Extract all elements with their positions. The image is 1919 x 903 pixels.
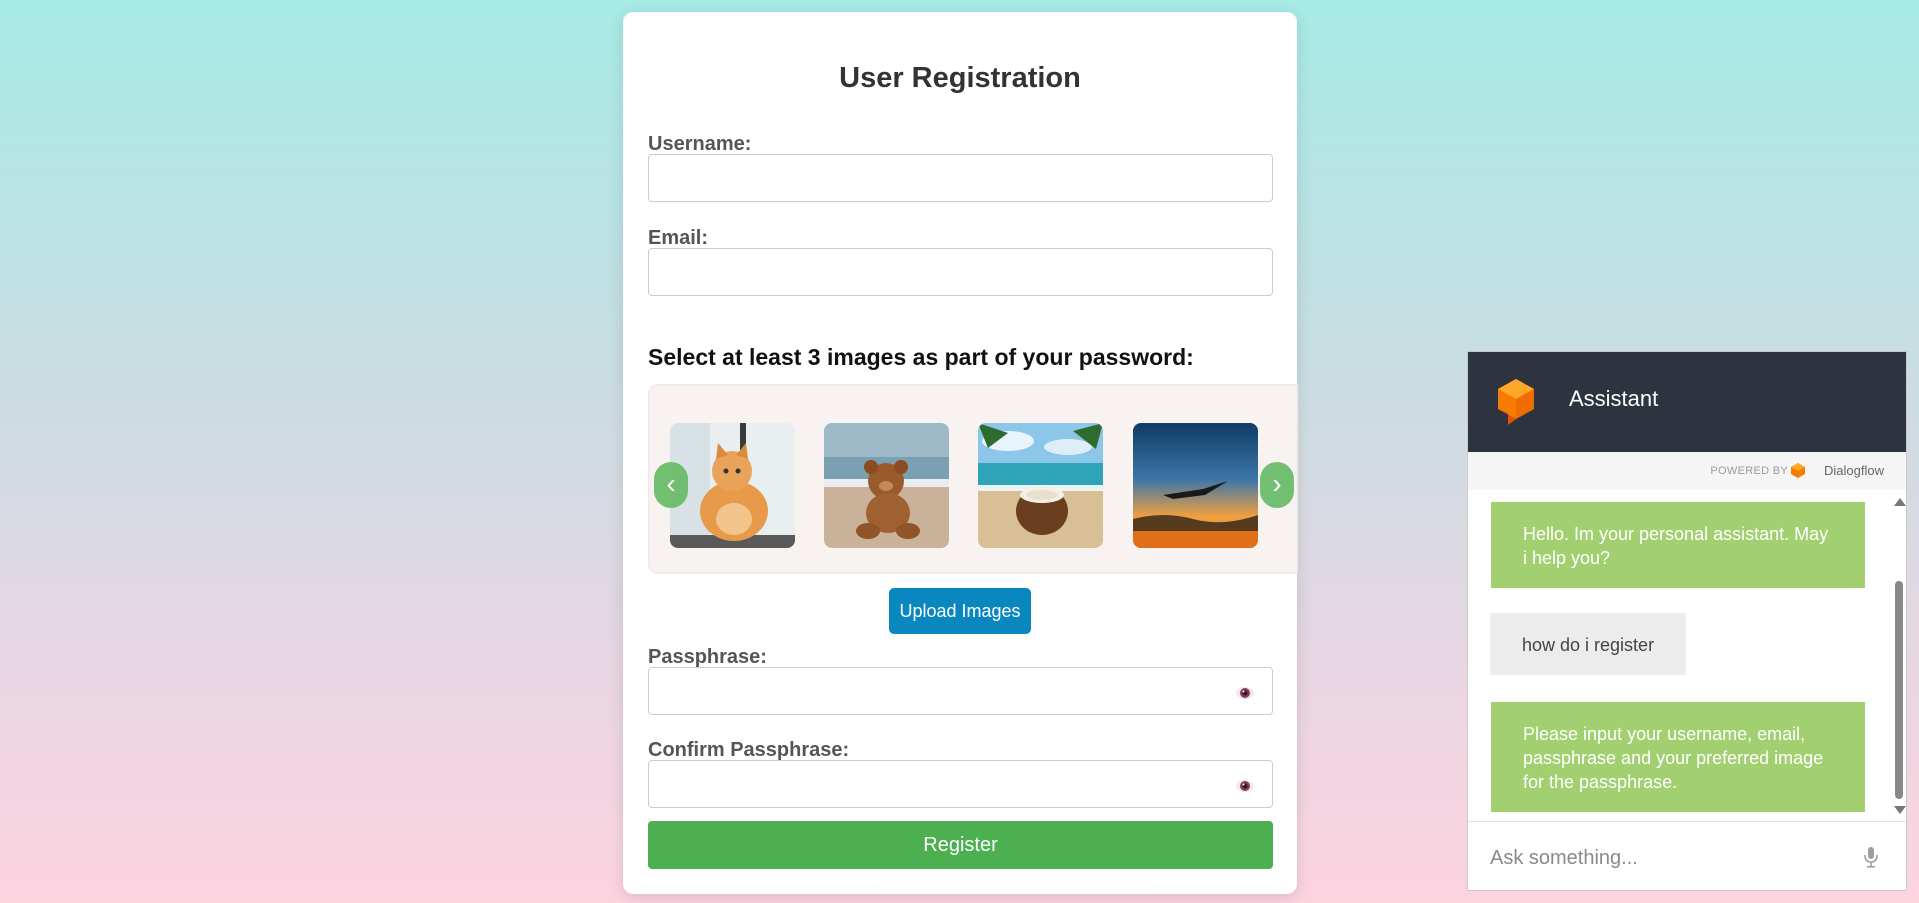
orange-cat-photo-icon — [670, 423, 795, 548]
coconut-on-beach-photo-icon — [978, 423, 1103, 548]
chat-scrollbar[interactable] — [1892, 490, 1906, 819]
username-label: Username: — [648, 133, 752, 155]
eye-icon[interactable] — [1235, 686, 1255, 700]
dialogflow-small-logo-icon — [1791, 463, 1805, 478]
registration-card: User Registration Username: Email: Selec… — [623, 12, 1298, 894]
chat-header: Assistant — [1468, 352, 1906, 452]
chat-title: Assistant — [1569, 386, 1659, 411]
confirm-passphrase-label: Confirm Passphrase: — [648, 739, 850, 761]
email-label: Email: — [648, 227, 709, 249]
chat-message-bot: Hello. Im your personal assistant. May i… — [1491, 502, 1865, 588]
sunset-plane-photo-icon — [1133, 423, 1258, 548]
chat-widget: Assistant POWERED BY Dialogflow Hello. I… — [1467, 351, 1907, 891]
sunset-image[interactable] — [1133, 423, 1258, 548]
image-carousel: ‹ › — [648, 384, 1298, 574]
teddy-bear-on-beach-photo-icon — [824, 423, 949, 548]
scroll-thumb[interactable] — [1895, 581, 1903, 799]
chat-input-row — [1468, 821, 1906, 890]
dialogflow-logo-icon — [1498, 379, 1534, 425]
eye-icon[interactable] — [1235, 779, 1255, 793]
email-input[interactable] — [648, 248, 1273, 296]
microphone-icon[interactable] — [1863, 846, 1879, 868]
powered-by-label: POWERED BY — [1710, 465, 1788, 477]
username-input[interactable] — [648, 154, 1273, 202]
passphrase-input[interactable] — [648, 667, 1273, 715]
carousel-next-button[interactable]: › — [1260, 462, 1294, 508]
carousel-prev-button[interactable]: ‹ — [654, 462, 688, 508]
provider-name: Dialogflow — [1824, 463, 1884, 478]
teddy-bear-image[interactable] — [824, 423, 949, 548]
cat-image[interactable] — [670, 423, 795, 548]
confirm-passphrase-input[interactable] — [648, 760, 1273, 808]
powered-by-bar: POWERED BY Dialogflow — [1468, 452, 1906, 490]
coconut-image[interactable] — [978, 423, 1103, 548]
scroll-up-icon[interactable] — [1894, 498, 1906, 506]
scroll-down-icon[interactable] — [1894, 806, 1906, 814]
chat-input[interactable] — [1488, 840, 1832, 876]
chat-message-bot: Please input your username, email, passp… — [1491, 702, 1865, 812]
page-title: User Registration — [839, 62, 1081, 94]
register-button[interactable]: Register — [648, 821, 1273, 869]
passphrase-label: Passphrase: — [648, 646, 767, 668]
image-password-title: Select at least 3 images as part of your… — [648, 344, 1194, 370]
upload-images-button[interactable]: Upload Images — [889, 588, 1031, 634]
chat-message-user: how do i register — [1490, 613, 1687, 675]
